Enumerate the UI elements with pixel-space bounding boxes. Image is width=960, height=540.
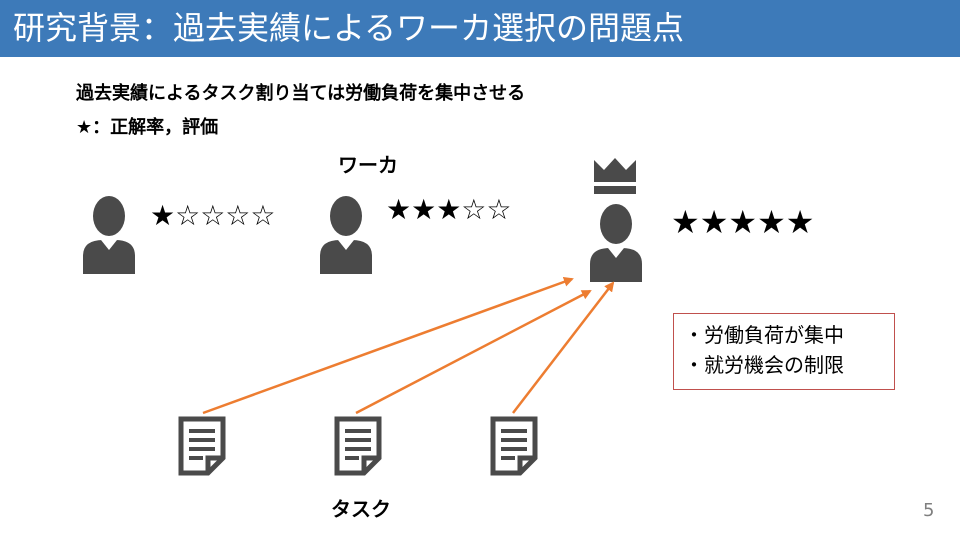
problem-note-box: ・労働負荷が集中 ・就労機会の制限: [673, 313, 895, 390]
arrow-task-3: [512, 281, 615, 414]
arrow-task-1: [202, 277, 574, 415]
assignment-arrows: [202, 277, 615, 415]
tasks-label: タスク: [331, 497, 391, 521]
task-3-document-icon: [490, 416, 538, 476]
task-2-document-icon: [334, 416, 382, 476]
task-1-document-icon: [178, 416, 226, 476]
arrow-task-2: [355, 289, 592, 415]
note-line-load-concentration: ・労働負荷が集中: [684, 323, 844, 347]
note-line-limited-opportunity: ・就労機会の制限: [684, 353, 844, 377]
page-number: 5: [923, 500, 935, 521]
